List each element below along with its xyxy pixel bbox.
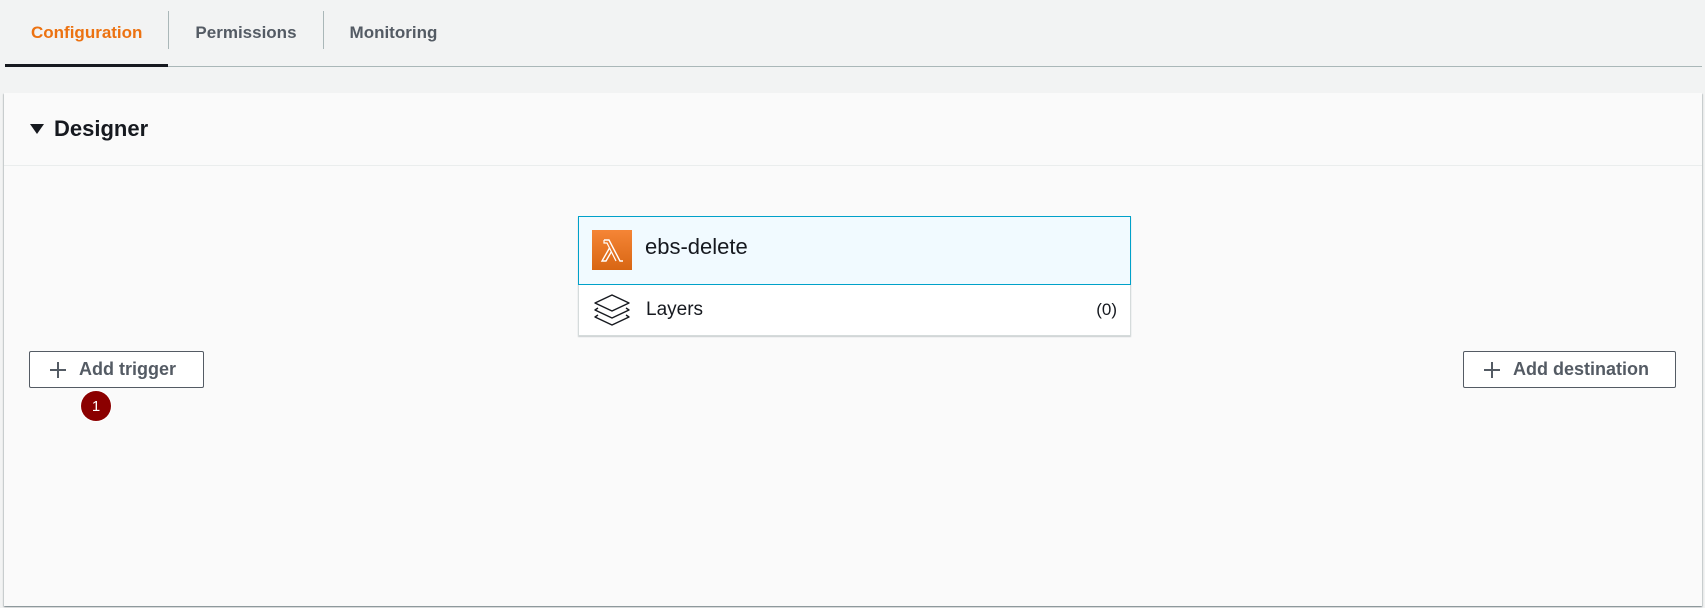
plus-icon [1482, 360, 1502, 380]
layers-node[interactable]: Layers (0) [579, 285, 1130, 335]
tab-monitoring[interactable]: Monitoring [324, 0, 464, 66]
designer-header[interactable]: Designer [4, 93, 1702, 166]
tab-permissions[interactable]: Permissions [169, 0, 322, 66]
plus-icon [48, 360, 68, 380]
designer-panel: Designer ebs-delete Layers (0) Add trigg… [4, 93, 1702, 606]
add-destination-label: Add destination [1513, 359, 1649, 379]
tab-configuration[interactable]: Configuration [5, 0, 169, 67]
layers-icon [593, 293, 631, 327]
lambda-function-page: Configuration Permissions Monitoring Des… [0, 0, 1705, 608]
step-badge: 1 [81, 391, 111, 421]
add-trigger-label: Add trigger [79, 359, 176, 379]
designer-title: Designer [54, 116, 149, 141]
add-destination-button[interactable]: Add destination [1463, 351, 1676, 388]
function-node[interactable]: ebs-delete [578, 216, 1131, 285]
caret-down-icon[interactable] [30, 124, 44, 134]
layers-count: (0) [1096, 300, 1117, 319]
function-name: ebs-delete [645, 233, 748, 259]
function-card: ebs-delete Layers (0) [578, 216, 1131, 336]
layers-label: Layers [646, 299, 704, 320]
add-trigger-button[interactable]: Add trigger [29, 351, 204, 388]
tab-bar: Configuration Permissions Monitoring [5, 0, 1702, 67]
lambda-icon [592, 229, 632, 270]
